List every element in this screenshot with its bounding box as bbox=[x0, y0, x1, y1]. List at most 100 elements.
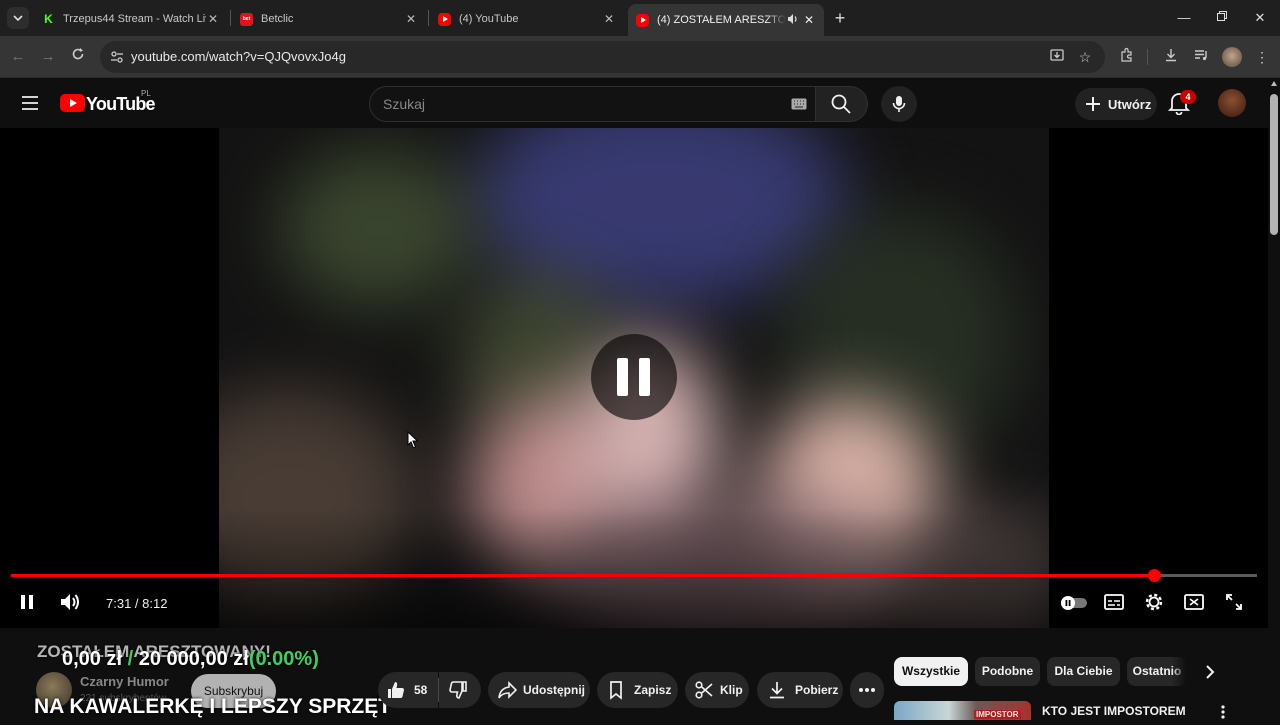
tab-search-button[interactable] bbox=[7, 7, 29, 29]
like-button[interactable]: 58 bbox=[378, 672, 438, 708]
share-button[interactable]: Udostępnij bbox=[488, 672, 590, 708]
chevron-right-icon bbox=[1206, 665, 1215, 679]
install-app-icon[interactable] bbox=[1047, 47, 1067, 67]
speaker-icon[interactable] bbox=[786, 12, 802, 29]
recommended-video-thumbnail[interactable]: IMPOSTOR bbox=[894, 701, 1031, 720]
reload-icon[interactable] bbox=[66, 45, 90, 69]
controls-gradient bbox=[0, 508, 1268, 628]
close-tab-icon[interactable]: ✕ bbox=[206, 12, 220, 26]
kick-icon: K bbox=[42, 12, 55, 26]
tab-kick[interactable]: K Trzepus44 Stream - Watch Live ✕ bbox=[34, 6, 228, 32]
video-player[interactable]: 7:31 / 8:12 bbox=[0, 128, 1268, 628]
notification-badge: 4 bbox=[1180, 90, 1196, 104]
recommended-video-title[interactable]: KTO JEST IMPOSTOREM bbox=[1042, 704, 1186, 718]
pause-button[interactable] bbox=[16, 590, 38, 614]
donation-separator: / bbox=[127, 648, 134, 670]
back-icon[interactable]: ← bbox=[6, 45, 30, 69]
keyboard-icon[interactable] bbox=[791, 97, 807, 110]
tab-separator bbox=[230, 10, 231, 26]
donation-goal: 20 000,00 zł bbox=[138, 648, 249, 670]
download-label: Pobierz bbox=[795, 683, 839, 697]
youtube-logo[interactable]: YouTube PL bbox=[60, 89, 156, 115]
time-display: 7:31 / 8:12 bbox=[106, 596, 168, 611]
search-button[interactable] bbox=[816, 86, 868, 122]
more-menu-icon[interactable]: ⋮ bbox=[1252, 47, 1272, 67]
search-box[interactable]: Szukaj bbox=[369, 86, 816, 122]
progress-scrubber[interactable] bbox=[1147, 569, 1161, 582]
hamburger-menu-icon[interactable] bbox=[20, 93, 40, 113]
dislike-button[interactable] bbox=[439, 672, 481, 708]
create-label: Utwórz bbox=[1108, 96, 1152, 112]
progress-bar[interactable] bbox=[11, 569, 1257, 582]
forward-icon[interactable]: → bbox=[36, 45, 60, 69]
chevron-down-icon bbox=[13, 15, 23, 22]
center-pause-button[interactable] bbox=[591, 334, 677, 420]
fullscreen-icon bbox=[1226, 594, 1242, 610]
account-avatar[interactable] bbox=[1218, 89, 1246, 117]
youtube-icon bbox=[636, 13, 649, 27]
clip-label: Klip bbox=[720, 683, 743, 697]
browser-toolbar: ← → youtube.com/watch?v=QJQvovxJo4g ☆ ⋮ bbox=[0, 36, 1280, 78]
chips-next-button[interactable] bbox=[1198, 660, 1222, 684]
profile-avatar[interactable] bbox=[1222, 47, 1242, 67]
more-horizontal-icon bbox=[859, 688, 875, 692]
minimize-icon[interactable]: — bbox=[1174, 8, 1194, 28]
share-icon bbox=[498, 681, 517, 699]
betclic-icon: bet bbox=[240, 12, 253, 26]
chip-recent[interactable]: Ostatnio bbox=[1127, 657, 1187, 686]
miniplayer-button[interactable] bbox=[1183, 590, 1205, 614]
tab-youtube-home[interactable]: (4) YouTube ✕ bbox=[430, 6, 624, 32]
voice-search-button[interactable] bbox=[881, 86, 917, 122]
thumbs-up-icon bbox=[388, 682, 404, 699]
clip-button[interactable]: Klip bbox=[685, 672, 749, 708]
subtitles-button[interactable] bbox=[1103, 590, 1125, 614]
like-count: 58 bbox=[414, 683, 428, 697]
site-info-icon[interactable] bbox=[110, 50, 124, 64]
restore-icon[interactable] bbox=[1212, 8, 1232, 28]
page-scrollbar[interactable] bbox=[1268, 78, 1280, 720]
tab-betclic[interactable]: bet Betclic ✕ bbox=[232, 6, 426, 32]
region-code: PL bbox=[141, 89, 151, 98]
volume-icon bbox=[61, 594, 79, 610]
save-button[interactable]: Zapisz bbox=[597, 672, 678, 708]
download-icon bbox=[770, 682, 784, 699]
chip-all[interactable]: Wszystkie bbox=[894, 657, 968, 686]
scrollbar-thumb[interactable] bbox=[1270, 94, 1278, 235]
close-tab-icon[interactable]: ✕ bbox=[404, 12, 418, 26]
scroll-up-icon[interactable] bbox=[1271, 81, 1277, 86]
close-tab-icon[interactable]: ✕ bbox=[802, 13, 816, 27]
fullscreen-button[interactable] bbox=[1223, 590, 1245, 614]
video-title: NA KAWALERKĘ I LEPSZY SPRZĘT bbox=[34, 695, 392, 718]
pause-icon bbox=[617, 358, 650, 396]
browser-tab-strip: K Trzepus44 Stream - Watch Live ✕ bet Be… bbox=[0, 0, 1280, 36]
search-icon bbox=[831, 94, 851, 114]
close-window-icon[interactable]: ✕ bbox=[1250, 8, 1270, 28]
tab-title: Trzepus44 Stream - Watch Live bbox=[63, 13, 206, 25]
download-button[interactable]: Pobierz bbox=[757, 672, 843, 708]
downloads-icon[interactable] bbox=[1161, 47, 1181, 67]
autoplay-toggle[interactable] bbox=[1061, 596, 1087, 610]
channel-name[interactable]: Czarny Humor bbox=[80, 674, 169, 689]
subtitles-icon bbox=[1104, 594, 1124, 610]
media-control-icon[interactable] bbox=[1191, 47, 1211, 67]
create-button[interactable]: Utwórz bbox=[1075, 88, 1157, 120]
tab-title: (4) YouTube bbox=[459, 13, 519, 25]
new-tab-button[interactable]: + bbox=[830, 8, 850, 28]
recommended-video-menu[interactable] bbox=[1218, 704, 1228, 720]
volume-button[interactable] bbox=[58, 590, 82, 614]
chip-related[interactable]: Podobne bbox=[975, 657, 1040, 686]
tab-youtube-video[interactable]: (4) ZOSTAŁEM ARESZTOWA ✕ bbox=[628, 4, 824, 36]
thumbnail-text: IMPOSTOR bbox=[974, 710, 1021, 719]
extensions-icon[interactable] bbox=[1117, 47, 1137, 67]
chip-for-you[interactable]: Dla Ciebie bbox=[1047, 657, 1120, 686]
address-bar[interactable]: youtube.com/watch?v=QJQvovxJo4g ☆ bbox=[100, 41, 1105, 73]
more-vertical-icon bbox=[1221, 705, 1225, 719]
save-label: Zapisz bbox=[634, 683, 672, 697]
close-tab-icon[interactable]: ✕ bbox=[602, 12, 616, 26]
miniplayer-icon bbox=[1184, 594, 1204, 610]
bookmark-star-icon[interactable]: ☆ bbox=[1075, 47, 1095, 67]
youtube-icon bbox=[438, 12, 451, 26]
thumbs-down-icon bbox=[449, 681, 467, 699]
settings-button[interactable] bbox=[1143, 590, 1165, 614]
more-actions-button[interactable] bbox=[850, 672, 884, 708]
